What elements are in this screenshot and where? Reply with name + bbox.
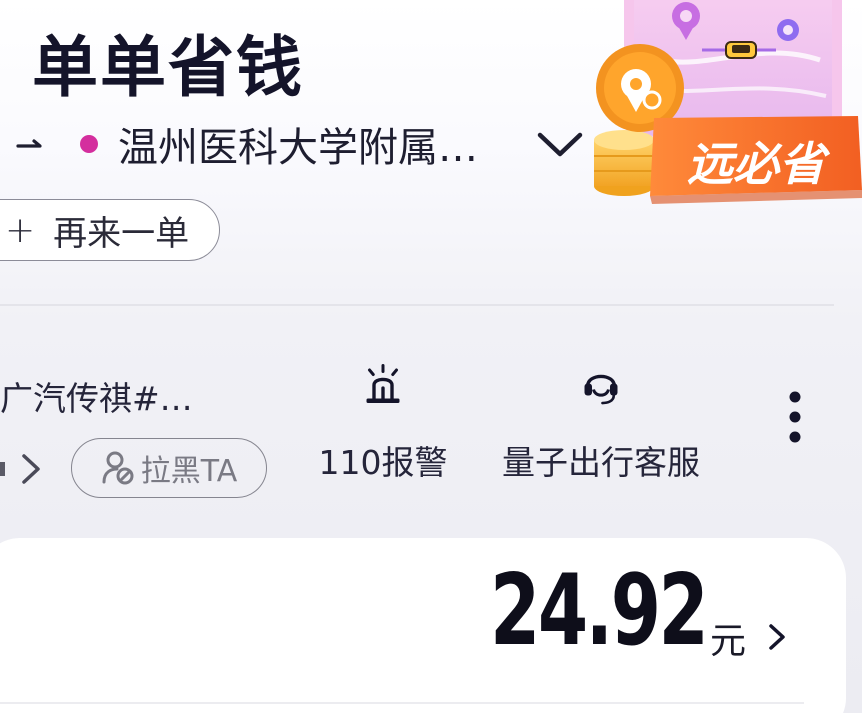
chevron-right-icon[interactable] [768,622,786,652]
alarm-siren-icon [366,364,400,403]
divider [0,304,834,306]
service-label: 量子出行客服 [502,443,700,482]
destination-dot [80,135,98,153]
block-user-icon [102,451,134,485]
police-button[interactable]: 110报警 [318,364,448,484]
fare-unit: 元 [710,621,747,662]
promo-label: 远必省 [687,137,831,191]
promo-badge[interactable]: 远必省 [590,0,862,205]
block-label: 拉黑TA [140,454,238,489]
reorder-label: 再来一单 [53,213,190,254]
more-options-icon[interactable] [784,388,806,446]
divider [0,702,804,704]
plus-icon: + [5,209,36,251]
destination-label: 温州医科大学附属… [118,125,478,171]
police-label: 110报警 [318,443,448,482]
headset-icon [584,374,618,405]
reorder-button[interactable]: + 再来一单 [0,199,220,261]
route-summary[interactable]: 温州医科大学附属… [14,112,604,176]
truncated-glyph [0,462,5,476]
driver-car-info: 广汽传祺#广… [0,379,210,418]
page-title: 单单省钱 [32,29,304,106]
fare-amount: 24.92 [490,554,709,668]
chevron-down-icon[interactable] [536,129,584,159]
block-driver-button[interactable]: 拉黑TA [71,438,267,498]
chevron-right-icon[interactable] [20,452,44,486]
customer-service-button[interactable]: 量子出行客服 [498,364,704,484]
route-arrow-icon [16,139,42,148]
